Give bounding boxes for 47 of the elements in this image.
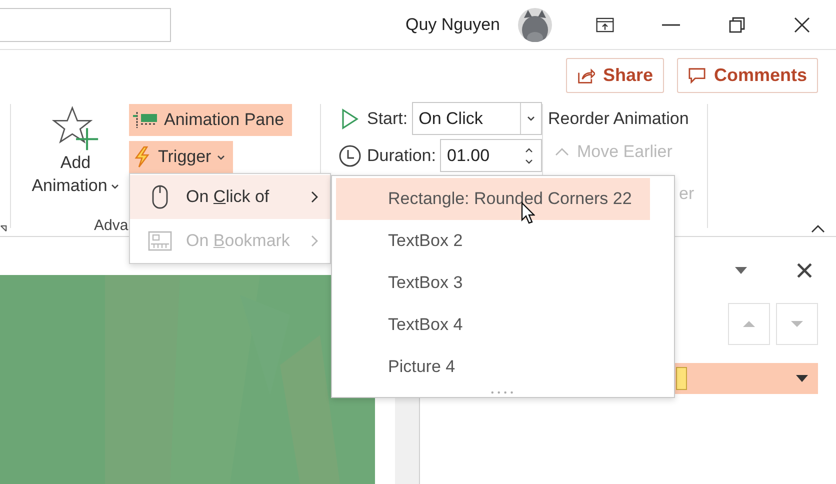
effect-bar-icon — [676, 367, 687, 390]
menu-item[interactable]: TextBox 4 — [336, 304, 650, 346]
duration-spinner[interactable]: 01.00 — [440, 139, 542, 172]
resize-grip-icon[interactable] — [491, 391, 515, 394]
restore-icon[interactable] — [728, 16, 746, 32]
search-field[interactable] — [0, 8, 171, 42]
dropdown-icon — [796, 375, 808, 382]
start-label: Start: — [367, 108, 408, 128]
lightning-icon — [132, 146, 152, 168]
trigger-button[interactable]: Trigger — [129, 141, 234, 173]
caret-icon — [111, 184, 120, 188]
caret-icon — [217, 154, 226, 160]
comment-icon — [688, 66, 706, 84]
share-button[interactable]: Share — [566, 58, 664, 92]
menu-item[interactable]: TextBox 3 — [336, 262, 650, 304]
down-triangle-icon — [791, 321, 803, 327]
menu-item[interactable]: On Click of — [130, 175, 330, 219]
menu-item[interactable]: Rectangle: Rounded Corners 22 — [336, 178, 650, 220]
close-icon[interactable] — [797, 262, 812, 278]
animation-pane-button[interactable]: Animation Pane — [129, 104, 292, 136]
spinner-arrows-icon — [524, 146, 533, 164]
user-name: Quy Nguyen — [406, 14, 500, 34]
comments-button[interactable]: Comments — [676, 58, 818, 92]
star-plus-icon — [52, 106, 100, 152]
share-icon — [576, 66, 595, 84]
duration-label: Duration: — [367, 146, 436, 166]
menu-item[interactable]: Picture 4 — [336, 346, 650, 388]
up-chevron-icon — [555, 148, 569, 156]
menu-item[interactable]: TextBox 2 — [336, 220, 650, 262]
dropdown-icon[interactable] — [735, 266, 747, 274]
add-animation-button[interactable]: Add Animation — [23, 106, 128, 198]
mouse-icon — [152, 185, 168, 209]
play-icon — [339, 108, 361, 130]
ribbon-display-icon[interactable] — [596, 16, 614, 32]
chevron-right-icon — [311, 191, 318, 203]
dialog-launcher-icon[interactable] — [0, 225, 7, 232]
animation-pane-icon — [132, 110, 158, 130]
start-dropdown[interactable]: On Click — [412, 102, 542, 135]
clock-icon — [339, 144, 361, 166]
up-triangle-icon — [743, 321, 755, 327]
bookmark-icon — [148, 231, 172, 251]
reorder-animation-label: Reorder Animation — [548, 108, 690, 130]
caret-icon — [527, 116, 535, 121]
chevron-right-icon — [311, 235, 318, 247]
group-label: Adva — [94, 217, 128, 234]
close-icon[interactable] — [794, 16, 810, 32]
collapse-ribbon-icon[interactable] — [811, 225, 825, 233]
